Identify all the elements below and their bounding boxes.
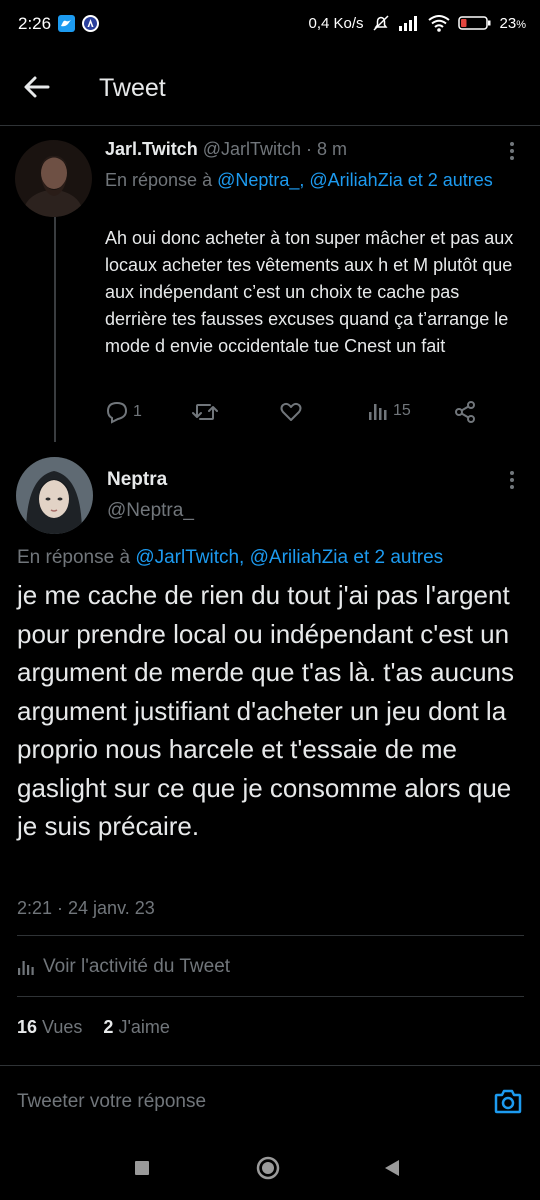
tweet-activity-link[interactable]: Voir l'activité du Tweet <box>17 956 230 978</box>
tweet-time: 8 m <box>317 139 348 159</box>
thread-line <box>54 217 56 442</box>
reply-mentions[interactable]: @Neptra_, @AriliahZia et 2 autres <box>217 170 493 190</box>
page-title: Tweet <box>99 74 166 102</box>
more-vertical-icon <box>510 142 514 160</box>
reply-button[interactable]: 1 <box>105 400 142 424</box>
circle-home-icon <box>256 1156 280 1180</box>
tweet-author-name[interactable]: Neptra <box>107 469 167 491</box>
reply-prefix: En réponse à <box>17 547 131 568</box>
share-button[interactable] <box>453 400 477 424</box>
status-bar: 2:26 0,4 Ko/s 23% <box>0 0 540 50</box>
wifi-icon <box>427 14 450 32</box>
back-button[interactable] <box>22 72 52 107</box>
tweet-author[interactable]: Jarl.Twitch @JarlTwitch · 8 m <box>105 139 347 160</box>
more-vertical-icon <box>510 471 514 489</box>
app-notification-icon <box>82 15 99 32</box>
twitter-notification-icon <box>58 15 75 32</box>
muted-bell-icon <box>373 15 389 31</box>
views-button[interactable]: 15 <box>367 400 411 422</box>
analytics-icon <box>18 961 34 975</box>
header-bar: Tweet <box>0 50 540 126</box>
status-right: 0,4 Ko/s 23% <box>308 14 526 32</box>
tweet-text: je me cache de rien du tout j'ai pas l'a… <box>17 580 514 841</box>
heart-icon <box>280 402 302 421</box>
avatar-neptra[interactable] <box>16 457 93 534</box>
more-options-button[interactable] <box>509 141 515 161</box>
reply-context: En réponse à @JarlTwitch, @AriliahZia et… <box>17 547 443 569</box>
views-stat[interactable]: 16 Vues <box>17 1017 82 1037</box>
camera-button[interactable] <box>494 1088 522 1119</box>
reply-mentions[interactable]: @JarlTwitch, @AriliahZia et 2 autres <box>135 547 443 568</box>
meta-separator: · <box>306 139 313 159</box>
battery-unit: % <box>516 18 526 31</box>
like-button[interactable] <box>279 400 303 424</box>
status-time: 2:26 <box>18 14 52 33</box>
camera-icon <box>494 1089 522 1114</box>
system-nav-bar <box>0 1130 540 1200</box>
likes-stat[interactable]: 2 J'aime <box>103 1017 169 1037</box>
activity-label: Voir l'activité du Tweet <box>43 956 231 977</box>
reply-context: En réponse à @Neptra_, @AriliahZia et 2 … <box>105 167 495 193</box>
triangle-back-icon <box>385 1160 399 1176</box>
square-icon <box>135 1161 149 1175</box>
likes-number: 2 <box>103 1017 114 1037</box>
reply-prefix: En réponse à <box>105 170 213 190</box>
divider <box>17 935 524 936</box>
signal-icon <box>398 16 417 31</box>
tweet-actions: 1 15 <box>105 400 505 428</box>
divider <box>17 996 524 997</box>
reply-input[interactable]: Tweeter votre réponse <box>17 1091 206 1113</box>
reply-composer[interactable]: Tweeter votre réponse <box>0 1065 540 1131</box>
views-bars-icon <box>369 404 387 420</box>
tweet-timestamp: 2:21 · 24 janv. 23 <box>17 898 155 918</box>
recents-button[interactable] <box>134 1160 150 1181</box>
battery-icon <box>457 16 491 30</box>
avatar-jarl[interactable] <box>15 140 92 217</box>
share-icon <box>455 401 475 423</box>
more-options-button[interactable] <box>509 470 515 490</box>
views-label: Vues <box>42 1017 83 1037</box>
likes-label: J'aime <box>118 1017 170 1037</box>
tweet-stats: 16 Vues 2 J'aime <box>17 1017 170 1038</box>
retweet-icon <box>192 404 218 420</box>
network-speed: 0,4 Ko/s <box>308 14 364 32</box>
views-number: 16 <box>17 1017 38 1037</box>
tweet-text: Ah oui donc acheter à ton super mâcher e… <box>105 228 514 356</box>
reply-icon <box>106 401 128 424</box>
battery-percent: 23 <box>499 14 517 32</box>
back-nav-button[interactable] <box>383 1159 401 1182</box>
author-handle[interactable]: @JarlTwitch <box>203 139 301 159</box>
retweet-button[interactable] <box>192 400 218 424</box>
tweet-author-handle[interactable]: @Neptra_ <box>107 500 194 522</box>
home-button[interactable] <box>256 1156 280 1185</box>
views-count: 15 <box>393 402 411 419</box>
author-name[interactable]: Jarl.Twitch <box>105 139 198 159</box>
back-arrow-icon <box>24 76 50 98</box>
reply-count: 1 <box>133 403 142 420</box>
